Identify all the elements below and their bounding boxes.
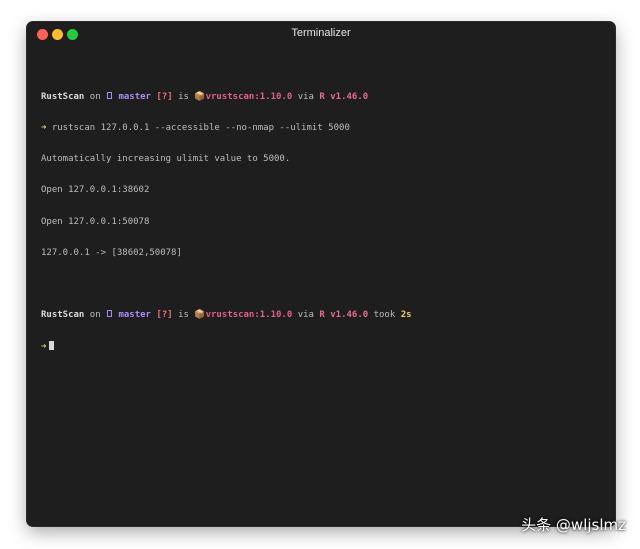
prompt-package: vrustscan:1.10.0 bbox=[205, 310, 293, 321]
prompt-arrow-icon: ➜ bbox=[41, 123, 47, 134]
output-line: Open 127.0.0.1:38602 bbox=[41, 185, 150, 196]
prompt-rust-version: v1.46.0 bbox=[330, 310, 369, 321]
prompt-branch: master bbox=[118, 91, 151, 102]
text-cursor bbox=[49, 341, 55, 351]
package-icon: 📦 bbox=[194, 310, 206, 321]
package-icon: 📦 bbox=[194, 91, 206, 102]
prompt-package: vrustscan:1.10.0 bbox=[205, 91, 293, 102]
prompt-duration: 2s bbox=[400, 310, 412, 321]
git-branch-icon bbox=[107, 91, 113, 99]
prompt-git-status: [?] bbox=[156, 91, 173, 102]
prompt-git-status: [?] bbox=[156, 310, 173, 321]
window-title: Terminalizer bbox=[291, 27, 351, 39]
prompt-on: on bbox=[89, 310, 101, 321]
prompt-dir: RustScan bbox=[41, 310, 85, 321]
output-line: Automatically increasing ulimit value to… bbox=[41, 154, 291, 165]
prompt-dir: RustScan bbox=[41, 91, 85, 102]
git-branch-icon bbox=[107, 310, 113, 318]
watermark: 头条 @wljslmz bbox=[521, 516, 626, 534]
prompt-arrow-icon: ➜ bbox=[41, 342, 47, 353]
prompt-is: is bbox=[178, 91, 189, 102]
title-bar: Terminalizer bbox=[27, 22, 615, 48]
prompt-via: via bbox=[297, 91, 314, 102]
prompt-branch: master bbox=[118, 310, 151, 321]
prompt-is: is bbox=[178, 310, 189, 321]
prompt-took: took bbox=[373, 310, 396, 321]
command-text: rustscan 127.0.0.1 --accessible --no-nma… bbox=[51, 123, 350, 134]
input-line[interactable]: ➜ bbox=[41, 341, 605, 353]
prompt-via: via bbox=[297, 310, 314, 321]
terminal-window: Terminalizer RustScan on master [?] is 📦… bbox=[27, 22, 615, 526]
output-line: Open 127.0.0.1:50078 bbox=[41, 216, 150, 227]
rust-icon: R bbox=[319, 310, 325, 321]
rust-icon: R bbox=[319, 91, 325, 102]
prompt-on: on bbox=[89, 91, 101, 102]
command-line: ➜ rustscan 127.0.0.1 --accessible --no-n… bbox=[41, 123, 605, 133]
prompt-line: RustScan on master [?] is 📦vrustscan:1.1… bbox=[41, 310, 605, 320]
terminal-output[interactable]: RustScan on master [?] is 📦vrustscan:1.1… bbox=[41, 71, 605, 516]
prompt-rust-version: v1.46.0 bbox=[330, 91, 369, 102]
output-line: 127.0.0.1 -> [38602,50078] bbox=[41, 247, 182, 258]
prompt-line: RustScan on master [?] is 📦vrustscan:1.1… bbox=[41, 91, 605, 102]
